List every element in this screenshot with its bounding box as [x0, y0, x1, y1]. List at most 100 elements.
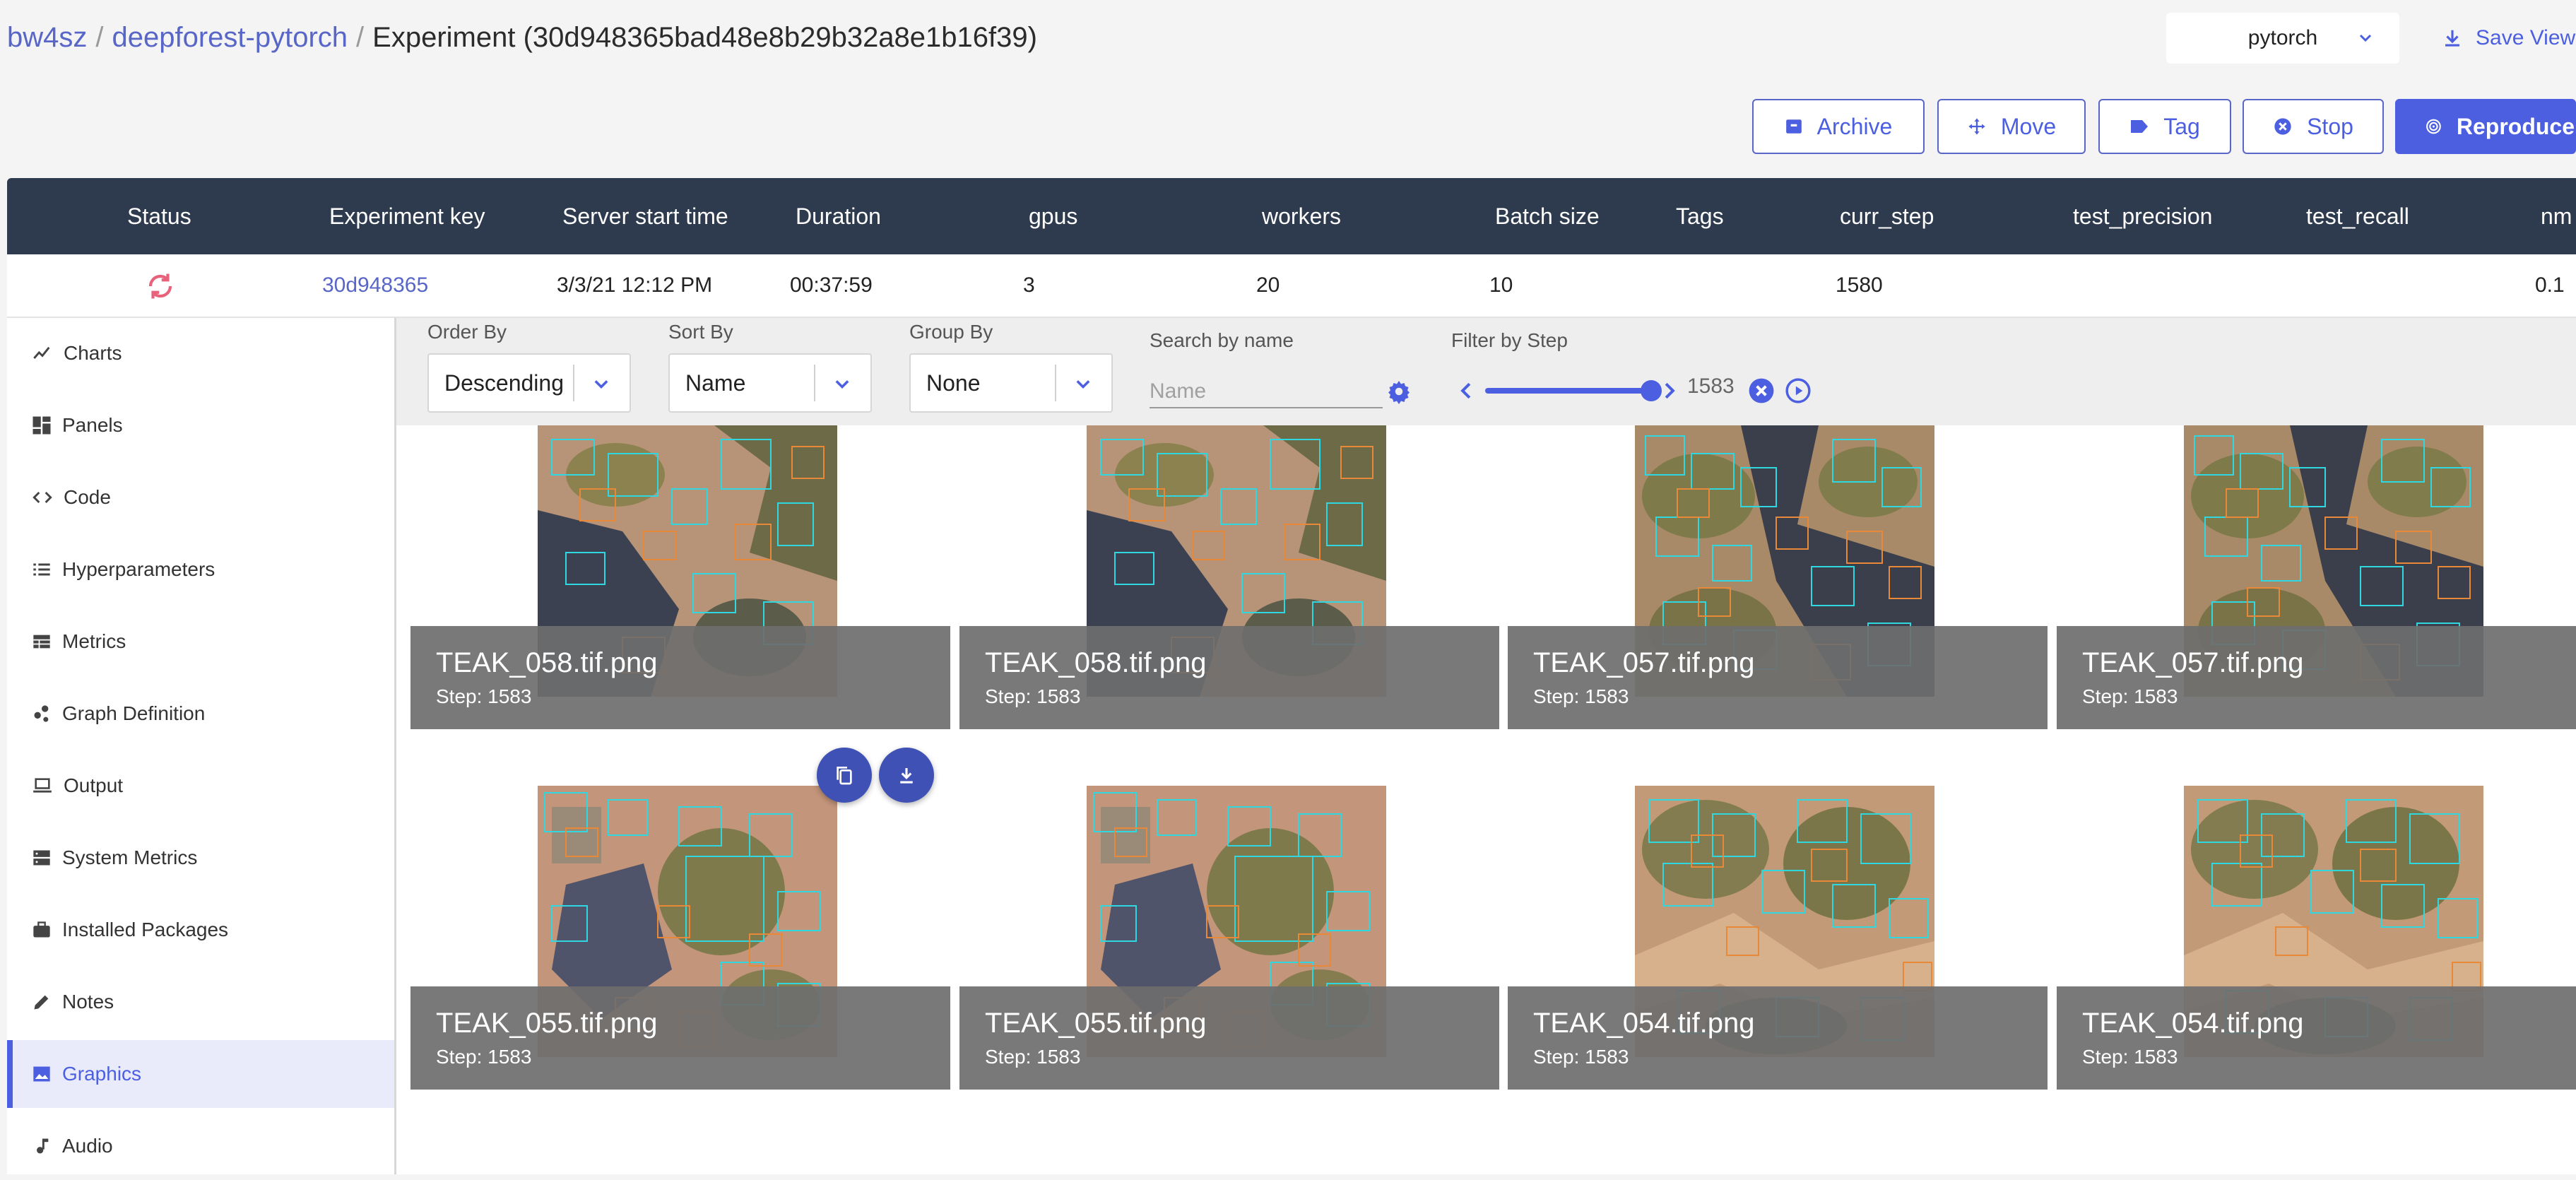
column-gpus[interactable]: gpus	[1029, 178, 1077, 254]
save-view-button[interactable]: Save View	[2442, 21, 2575, 55]
breadcrumb-separator: /	[356, 21, 365, 53]
move-icon	[1968, 118, 1985, 135]
image-card[interactable]: TEAK_057.tif.png Step: 1583	[2057, 425, 2576, 729]
search-input[interactable]	[1150, 376, 1383, 408]
sidebar-item-output[interactable]: Output	[7, 752, 394, 820]
image-step: Step: 1583	[985, 685, 1081, 707]
image-card[interactable]: TEAK_055.tif.png Step: 1583	[959, 786, 1499, 1090]
column-curr-step[interactable]: curr_step	[1840, 178, 1934, 254]
chevron-left-icon[interactable]	[1458, 382, 1474, 400]
image-caption: TEAK_057.tif.png Step: 1583	[2057, 626, 2576, 729]
server-icon	[33, 850, 50, 866]
download-icon	[900, 768, 913, 784]
sidebar-item-hyperparameters[interactable]: Hyperparameters	[7, 536, 394, 603]
sidebar-item-label: Code	[64, 486, 111, 508]
sidebar-item-label: Panels	[62, 414, 123, 436]
dashboard-icon	[33, 416, 51, 435]
image-step: Step: 1583	[1533, 1046, 1629, 1068]
image-caption: TEAK_055.tif.png Step: 1583	[410, 986, 950, 1090]
move-button[interactable]: Move	[1937, 99, 2086, 154]
sidebar-item-system-metrics[interactable]: System Metrics	[7, 824, 394, 892]
tag-label: Tag	[2163, 113, 2200, 139]
sort-by-value: Name	[685, 370, 746, 396]
column-status[interactable]: Status	[127, 178, 191, 254]
column-workers[interactable]: workers	[1262, 178, 1341, 254]
group-by-label: Group By	[909, 321, 993, 343]
step-slider-handle[interactable]	[1641, 380, 1662, 401]
column-server-start-time[interactable]: Server start time	[562, 178, 728, 254]
clear-step-icon[interactable]	[1748, 377, 1775, 404]
archive-label: Archive	[1816, 113, 1893, 139]
play-icon[interactable]	[1785, 377, 1812, 404]
chevron-right-icon[interactable]	[1662, 382, 1677, 400]
image-caption: TEAK_054.tif.png Step: 1583	[1508, 986, 2048, 1090]
graphics-gallery: TEAK_058.tif.png Step: 1583 TEAK_058.tif…	[396, 425, 2576, 1174]
reproduce-label: Reproduce	[2456, 113, 2575, 139]
image-card[interactable]: TEAK_058.tif.png Step: 1583	[410, 425, 950, 729]
image-caption: TEAK_055.tif.png Step: 1583	[959, 986, 1499, 1090]
sidebar-item-audio[interactable]: Audio	[7, 1112, 394, 1180]
breadcrumb-workspace-link[interactable]: bw4sz	[7, 22, 87, 54]
sidebar-item-metrics[interactable]: Metrics	[7, 608, 394, 675]
experiment-table-row[interactable]: 30d948365 3/3/21 12:12 PM 00:37:59 3 20 …	[7, 254, 2576, 318]
sidebar-item-installed-packages[interactable]: Installed Packages	[7, 896, 394, 964]
reproduce-button[interactable]: Reproduce	[2395, 99, 2576, 154]
step-value: 1583	[1687, 374, 1735, 398]
cell-duration: 00:37:59	[790, 273, 873, 297]
sidebar-item-panels[interactable]: Panels	[7, 391, 394, 459]
sidebar-item-code[interactable]: Code	[7, 464, 394, 531]
gear-icon[interactable]	[1386, 379, 1412, 404]
column-test-precision[interactable]: test_precision	[2073, 178, 2212, 254]
experiment-key-link[interactable]: 30d948365	[322, 254, 428, 317]
step-slider-track[interactable]	[1485, 388, 1652, 394]
image-step: Step: 1583	[985, 1046, 1081, 1068]
copy-icon	[837, 767, 852, 785]
chevron-down-icon	[594, 380, 608, 389]
code-icon	[33, 491, 52, 504]
image-card[interactable]: TEAK_054.tif.png Step: 1583	[2057, 786, 2576, 1090]
image-card[interactable]: TEAK_058.tif.png Step: 1583	[959, 425, 1499, 729]
cell-nm: 0.1	[2535, 273, 2565, 297]
cell-curr-step: 1580	[1836, 273, 1883, 297]
image-card[interactable]: TEAK_054.tif.png Step: 1583	[1508, 786, 2048, 1090]
image-name: TEAK_055.tif.png	[436, 1008, 658, 1039]
sidebar-item-label: Installed Packages	[62, 919, 229, 940]
column-nm[interactable]: nm	[2541, 178, 2572, 254]
group-by-select[interactable]: None	[909, 353, 1113, 413]
column-batch-size[interactable]: Batch size	[1495, 178, 1600, 254]
image-card[interactable]: TEAK_055.tif.png Step: 1583	[410, 786, 950, 1090]
column-duration[interactable]: Duration	[796, 178, 881, 254]
image-name: TEAK_057.tif.png	[1533, 647, 1755, 678]
sidebar-item-graphics[interactable]: Graphics	[7, 1040, 394, 1108]
sidebar-item-charts[interactable]: Charts	[7, 319, 394, 387]
briefcase-icon	[33, 921, 50, 938]
order-by-select[interactable]: Descending	[427, 353, 631, 413]
sort-by-select[interactable]: Name	[668, 353, 872, 413]
image-step: Step: 1583	[436, 685, 532, 707]
column-experiment-key[interactable]: Experiment key	[329, 178, 485, 254]
tag-button[interactable]: Tag	[2098, 99, 2231, 154]
stop-button[interactable]: Stop	[2243, 99, 2384, 154]
column-tags[interactable]: Tags	[1676, 178, 1724, 254]
copy-image-button[interactable]	[817, 748, 872, 803]
breadcrumb: bw4sz / deepforest-pytorch / Experiment …	[7, 16, 1037, 59]
sidebar-item-notes[interactable]: Notes	[7, 968, 394, 1036]
image-step: Step: 1583	[2082, 1046, 2178, 1068]
experiment-table-header: Status Experiment key Server start time …	[7, 178, 2576, 254]
pencil-icon	[34, 995, 49, 1010]
stop-icon	[2274, 118, 2291, 135]
image-caption: TEAK_054.tif.png Step: 1583	[2057, 986, 2576, 1090]
image-caption: TEAK_057.tif.png Step: 1583	[1508, 626, 2048, 729]
page-title: Experiment (30d948365bad48e8b29b32a8e1b1…	[372, 21, 1037, 53]
cell-batch-size: 10	[1489, 273, 1513, 297]
breadcrumb-project-link[interactable]: deepforest-pytorch	[112, 22, 348, 54]
archive-button[interactable]: Archive	[1752, 99, 1925, 154]
image-card[interactable]: TEAK_057.tif.png Step: 1583	[1508, 425, 2048, 729]
download-image-button[interactable]	[879, 748, 934, 803]
chevron-down-icon	[1076, 380, 1090, 389]
column-test-recall[interactable]: test_recall	[2306, 178, 2409, 254]
project-select[interactable]: pytorch	[2166, 13, 2399, 64]
sidebar-item-graph-definition[interactable]: Graph Definition	[7, 680, 394, 748]
fingerprint-icon	[2426, 119, 2441, 134]
sidebar-item-label: Notes	[62, 991, 114, 1013]
